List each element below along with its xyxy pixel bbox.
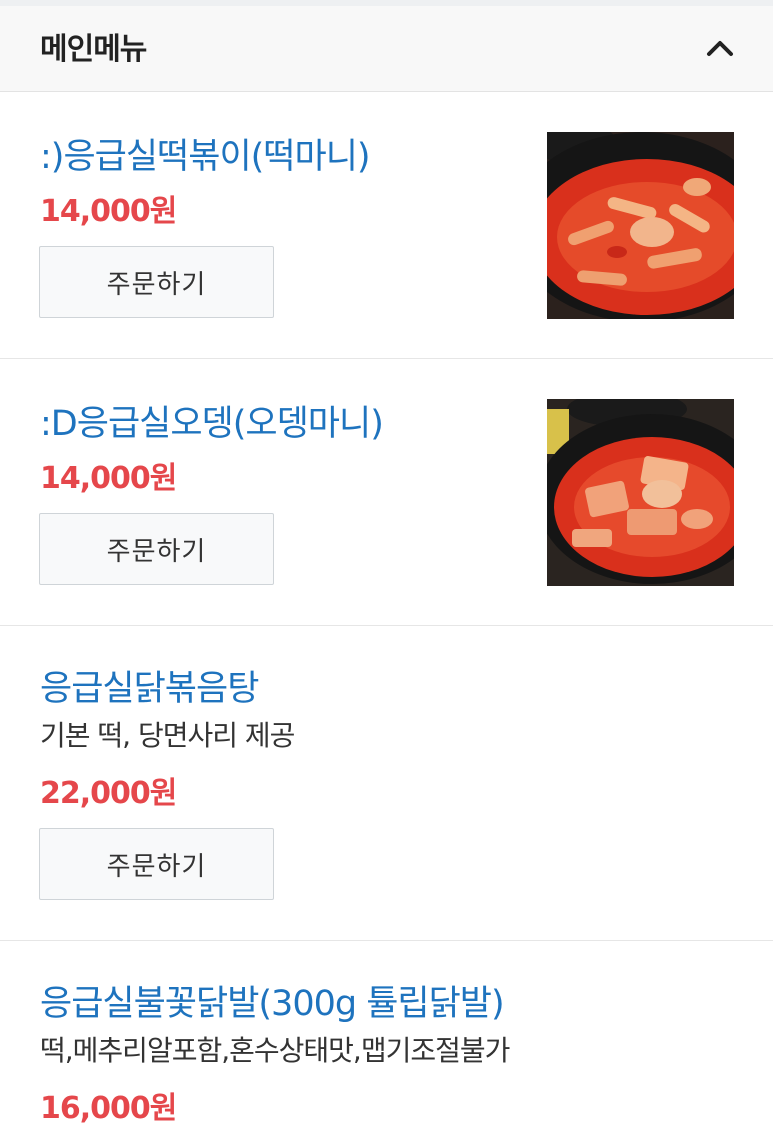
menu-item-price: 14,000원 xyxy=(40,461,177,496)
menu-item-description: 떡,메추리알포함,혼수상태맛,맵기조절불가 xyxy=(40,1034,510,1067)
menu-item-description: 기본 떡, 당면사리 제공 xyxy=(40,719,295,752)
chevron-up-icon[interactable] xyxy=(700,28,740,68)
menu-page: 메인메뉴 :)응급실떡볶이(떡마니) 14,000원 주문하기:D응급실오뎅(… xyxy=(0,0,773,1142)
menu-item-name[interactable]: :D응급실오뎅(오뎅마니) xyxy=(40,395,384,446)
menu-item-price: 16,000원 xyxy=(40,1091,177,1126)
menu-item-price: 22,000원 xyxy=(40,776,177,811)
menu-item-image[interactable] xyxy=(547,399,734,586)
order-button[interactable]: 주문하기 xyxy=(39,828,274,900)
menu-item[interactable]: 응급실불꽃닭발(300g 튤립닭발) 떡,메추리알포함,혼수상태맛,맵기조절불가… xyxy=(0,941,773,1142)
menu-item-price: 14,000원 xyxy=(40,194,177,229)
menu-item[interactable]: 응급실닭볶음탕 기본 떡, 당면사리 제공 22,000원 주문하기 xyxy=(0,626,773,941)
menu-item-image[interactable] xyxy=(547,132,734,319)
menu-section-header[interactable]: 메인메뉴 xyxy=(0,0,773,92)
menu-item-name[interactable]: 응급실닭볶음탕 xyxy=(40,660,259,711)
order-button[interactable]: 주문하기 xyxy=(39,513,274,585)
menu-item[interactable]: :)응급실떡볶이(떡마니) 14,000원 주문하기 xyxy=(0,92,773,359)
menu-item-name[interactable]: 응급실불꽃닭발(300g 튤립닭발) xyxy=(40,975,505,1026)
menu-item[interactable]: :D응급실오뎅(오뎅마니) 14,000원 주문하기 xyxy=(0,359,773,626)
section-title: 메인메뉴 xyxy=(40,32,147,67)
menu-item-name[interactable]: :)응급실떡볶이(떡마니) xyxy=(40,128,371,179)
order-button[interactable]: 주문하기 xyxy=(39,246,274,318)
